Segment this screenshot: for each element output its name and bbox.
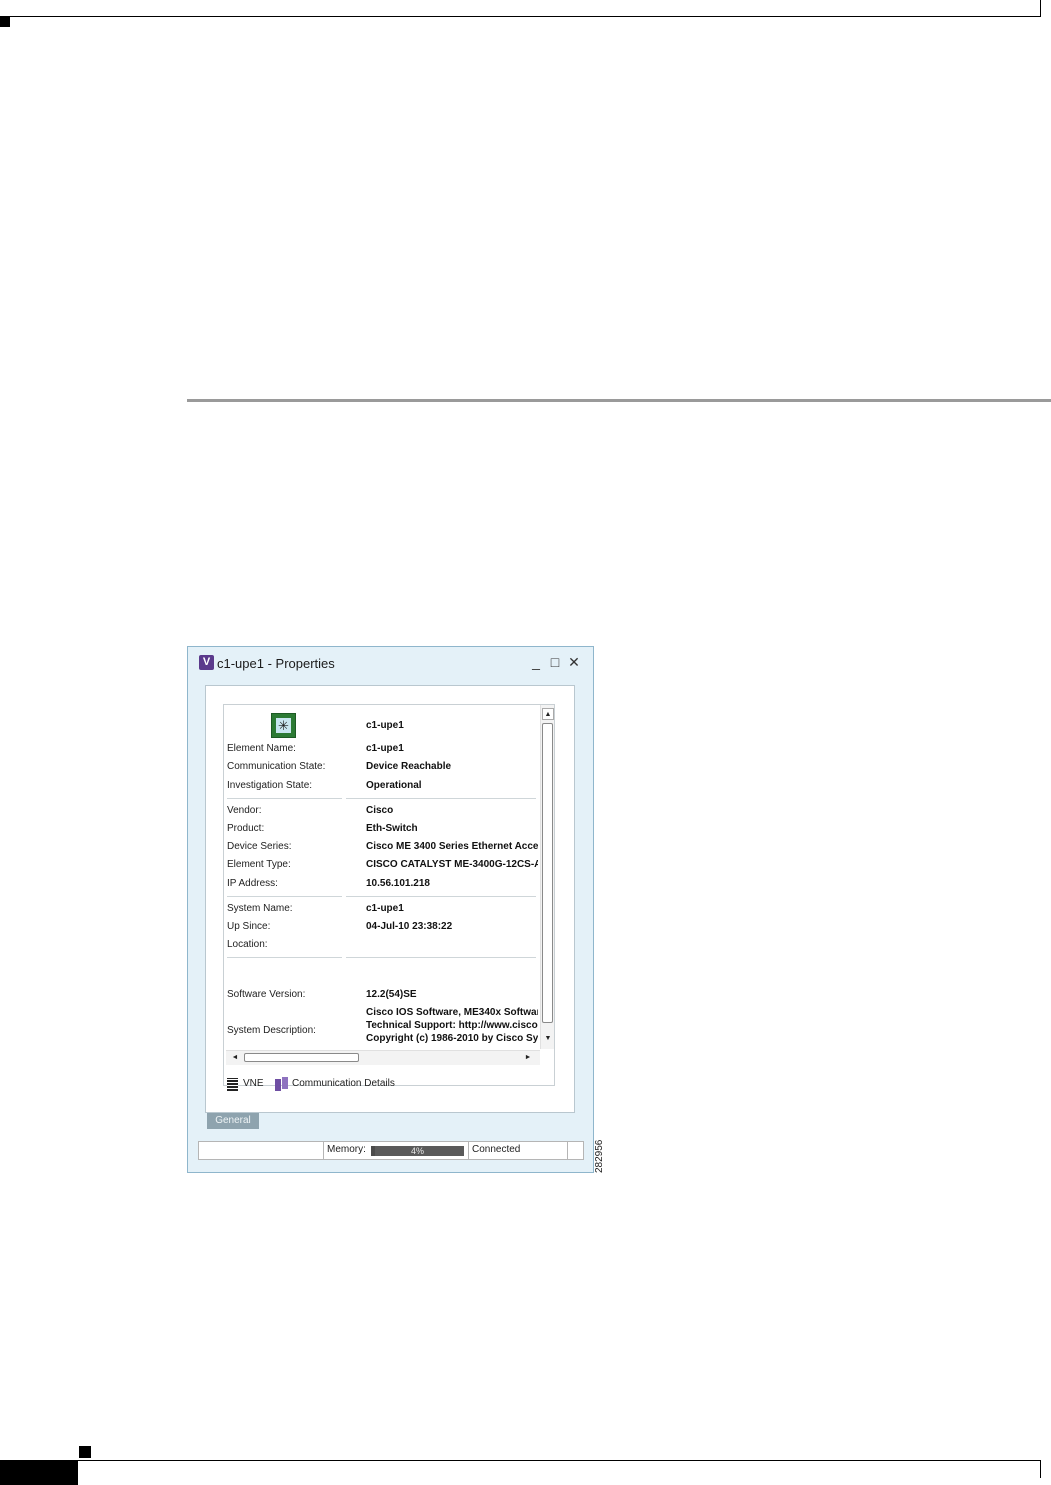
device-series-value: Cisco ME 3400 Series Ethernet Acce (366, 841, 538, 852)
system-description-line: Technical Support: http://www.cisco (366, 1020, 538, 1031)
product-label: Product: (227, 823, 265, 834)
up-since-label: Up Since: (227, 921, 271, 932)
vne-link[interactable]: VNE (243, 1078, 264, 1089)
content-frame: ✳ c1-upe1 Element Name: c1-upe1 Communic… (205, 685, 575, 1113)
minimize-button[interactable]: _ (528, 654, 544, 670)
footer-rule-tick (1040, 1460, 1041, 1478)
divider (227, 957, 342, 958)
memory-percent-text: 4% (410, 1146, 424, 1156)
communication-details-icon[interactable] (275, 1077, 288, 1091)
divider (346, 798, 536, 799)
status-divider (468, 1142, 469, 1159)
properties-window: V c1-upe1 - Properties _ □ ✕ ✳ c1-upe1 E… (187, 646, 594, 1173)
scroll-down-arrow-icon[interactable]: ▼ (542, 1033, 554, 1045)
vendor-value: Cisco (366, 805, 394, 816)
investigation-state-value: Operational (366, 780, 422, 791)
footer-page-block (0, 1461, 78, 1485)
communication-state-value: Device Reachable (366, 761, 452, 772)
element-name-label: Element Name: (227, 743, 296, 754)
memory-progress-bar: 4% (371, 1146, 464, 1156)
software-version-label: Software Version: (227, 989, 306, 1000)
status-bar: Memory: 4% Connected (198, 1141, 584, 1160)
footer-rule (0, 1460, 1040, 1461)
close-button[interactable]: ✕ (566, 654, 582, 670)
device-header-name: c1-upe1 (366, 720, 404, 731)
footer-marker (79, 1446, 91, 1458)
divider (227, 798, 342, 799)
app-v-icon: V (199, 655, 214, 670)
vendor-label: Vendor: (227, 805, 262, 816)
tab-general[interactable]: General (207, 1113, 259, 1129)
vertical-scroll-thumb[interactable] (542, 723, 553, 1023)
system-description-line: Copyright (c) 1986-2010 by Cisco Sys (366, 1033, 538, 1044)
divider (227, 896, 342, 897)
horizontal-scrollbar[interactable]: ◄ ► (226, 1050, 540, 1065)
connection-status: Connected (472, 1144, 521, 1155)
header-corner-block (0, 17, 10, 27)
window-title: c1-upe1 - Properties (217, 656, 335, 671)
communication-details-link[interactable]: Communication Details (292, 1078, 395, 1089)
communication-state-label: Communication State: (227, 761, 326, 772)
scroll-left-arrow-icon[interactable]: ◄ (229, 1052, 241, 1064)
system-name-value: c1-upe1 (366, 903, 404, 914)
device-series-label: Device Series: (227, 841, 292, 852)
scroll-right-arrow-icon[interactable]: ► (522, 1052, 534, 1064)
system-description-line: Cisco IOS Software, ME340x Softwar (366, 1007, 538, 1018)
divider (346, 957, 536, 958)
product-value: Eth-Switch (366, 823, 418, 834)
system-name-label: System Name: (227, 903, 293, 914)
header-rule (0, 16, 1040, 17)
element-type-value: CISCO CATALYST ME-3400G-12CS-A (366, 859, 538, 870)
vne-icon[interactable] (227, 1078, 238, 1091)
ip-address-label: IP Address: (227, 878, 278, 889)
properties-panel[interactable]: ✳ c1-upe1 Element Name: c1-upe1 Communic… (223, 704, 555, 1086)
status-divider (323, 1142, 324, 1159)
title-bar[interactable]: V c1-upe1 - Properties _ □ ✕ (188, 647, 593, 681)
software-version-value: 12.2(54)SE (366, 989, 417, 1000)
maximize-button[interactable]: □ (547, 654, 563, 670)
switch-icon: ✳ (271, 713, 296, 738)
scroll-up-arrow-icon[interactable]: ▲ (542, 708, 554, 720)
element-name-value: c1-upe1 (366, 743, 404, 754)
ip-address-value: 10.56.101.218 (366, 878, 430, 889)
vertical-scrollbar[interactable]: ▲ ▼ (540, 705, 554, 1049)
location-label: Location: (227, 939, 268, 950)
memory-label: Memory: (327, 1144, 366, 1155)
horizontal-scroll-thumb[interactable] (244, 1053, 359, 1062)
system-description-label: System Description: (227, 1025, 316, 1036)
status-divider (567, 1142, 568, 1159)
up-since-value: 04-Jul-10 23:38:22 (366, 921, 453, 932)
divider (346, 896, 536, 897)
section-divider (187, 399, 1051, 402)
element-type-label: Element Type: (227, 859, 291, 870)
investigation-state-label: Investigation State: (227, 780, 313, 791)
figure-number: 282956 (594, 1139, 605, 1173)
header-rule-tick (1040, 0, 1041, 17)
